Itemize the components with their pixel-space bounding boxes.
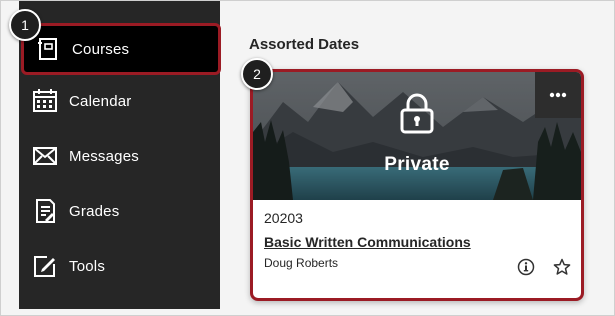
private-label: Private <box>384 154 450 175</box>
section-title: Assorted Dates <box>249 36 360 53</box>
callout-badge: 2 <box>241 58 273 90</box>
calendar-icon <box>31 87 59 115</box>
sidebar-item-calendar[interactable]: Calendar <box>19 77 220 125</box>
sidebar-item-label: Messages <box>69 147 139 165</box>
card-actions <box>517 258 571 276</box>
sidebar-item-label: Tools <box>69 257 106 275</box>
course-name-link[interactable]: Basic Written Communications <box>264 234 471 250</box>
more-options-button[interactable] <box>535 72 581 118</box>
lock-icon <box>400 93 434 134</box>
sidebar-item-courses[interactable]: Courses <box>21 23 221 75</box>
sidebar-item-messages[interactable]: Messages <box>19 132 220 180</box>
course-code: 20203 <box>264 210 303 226</box>
grades-icon <box>31 197 59 225</box>
instructor-name: Doug Roberts <box>264 256 339 270</box>
envelope-icon <box>31 142 59 170</box>
main-content: Assorted Dates Private 20203 Basic Writt… <box>220 1 614 315</box>
star-icon[interactable] <box>553 258 571 276</box>
sidebar-item-tools[interactable]: Tools <box>19 242 220 290</box>
course-banner[interactable]: Private <box>253 72 581 200</box>
sidebar-item-label: Calendar <box>69 92 132 110</box>
course-card[interactable]: Private 20203 Basic Written Communicatio… <box>250 69 584 301</box>
sidebar-item-label: Courses <box>72 40 130 58</box>
sidebar-item-grades[interactable]: Grades <box>19 187 220 235</box>
tools-icon <box>31 252 59 280</box>
callout-badge: 1 <box>9 9 41 41</box>
screenshot-frame: Courses Calendar Messages Grades Tools A… <box>0 0 615 316</box>
sidebar-item-label: Grades <box>69 202 120 220</box>
courses-icon <box>34 35 62 63</box>
info-icon[interactable] <box>517 258 535 276</box>
sidebar: Courses Calendar Messages Grades Tools <box>19 1 221 309</box>
more-icon <box>549 92 567 98</box>
